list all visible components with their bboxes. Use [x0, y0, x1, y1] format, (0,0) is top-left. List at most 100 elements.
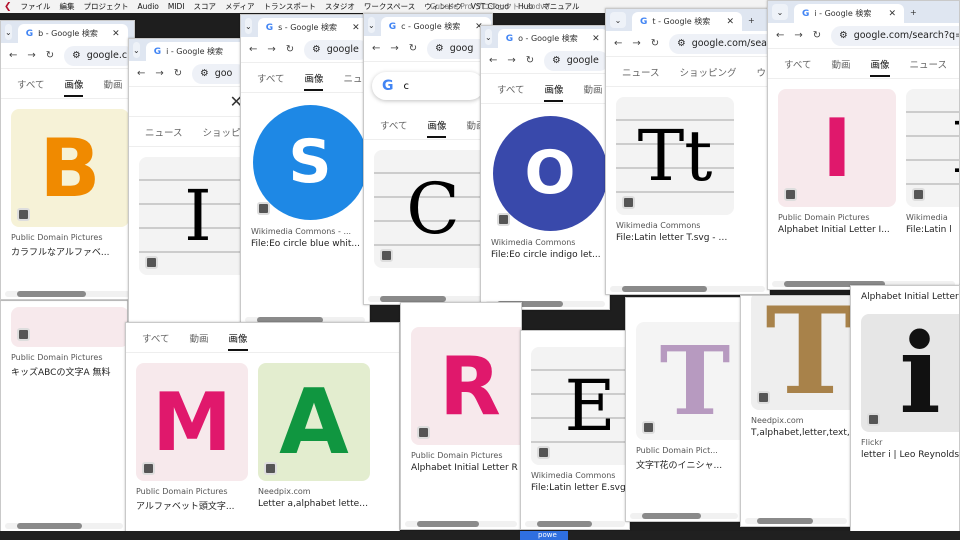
image-result[interactable]: S Wikimedia Commons - ... File:Eo circle b… — [251, 103, 369, 249]
site-info-icon[interactable]: ⚙ — [72, 50, 81, 61]
search-tab[interactable]: 画像 — [427, 112, 447, 138]
horizontal-scrollbar[interactable] — [405, 521, 517, 527]
menu-item[interactable]: トランスポート — [264, 1, 316, 12]
search-tab[interactable]: ニュース — [145, 125, 183, 139]
result-title[interactable]: T,alphabet,letter,text,s — [751, 428, 851, 438]
close-tab-icon[interactable]: ✕ — [352, 23, 360, 33]
address-bar[interactable]: ⚙ google.com/search?q=... — [831, 25, 959, 46]
reload-icon[interactable]: ↻ — [526, 55, 534, 66]
image-result[interactable]: R Public Domain Pictures Alphabet Initial … — [411, 327, 521, 473]
address-bar[interactable]: ⚙ google.c — [64, 45, 134, 66]
search-tab[interactable]: 画像 — [64, 71, 84, 97]
menu-item[interactable]: MIDI — [168, 2, 185, 11]
search-tab[interactable]: 画像 — [304, 65, 324, 91]
browser-tab[interactable]: Gt - Google 検索 ✕ — [632, 12, 742, 31]
menu-item[interactable]: プロジェクト — [84, 1, 129, 12]
search-tab[interactable]: すべて — [497, 82, 524, 96]
horizontal-scrollbar[interactable] — [745, 518, 847, 524]
new-tab-button[interactable]: + — [910, 8, 917, 17]
browser-tab[interactable]: Go - Google 検索 ✕ — [497, 29, 608, 48]
horizontal-scrollbar[interactable] — [5, 523, 123, 529]
scrollbar-thumb[interactable] — [757, 518, 814, 524]
result-thumbnail[interactable]: M — [136, 363, 248, 481]
horizontal-scrollbar[interactable] — [525, 521, 625, 527]
result-thumbnail[interactable]: E — [531, 347, 629, 465]
image-result[interactable]: Tt Wikimedia Commons File:Latin letter T.s… — [616, 97, 734, 243]
new-tab-button[interactable]: + — [748, 16, 755, 25]
back-icon[interactable]: ← — [489, 55, 497, 66]
result-title[interactable]: File:Eo circle indigo let... — [491, 250, 609, 260]
back-icon[interactable]: ← — [372, 43, 380, 54]
site-info-icon[interactable]: ⚙ — [839, 30, 848, 41]
result-title[interactable]: File:Latin letter E.svg — [531, 483, 629, 493]
scrollbar-thumb[interactable] — [17, 291, 86, 297]
image-result[interactable]: C — [374, 150, 492, 268]
address-bar[interactable]: ⚙ goo — [192, 63, 247, 84]
browser-tab[interactable]: Gs - Google 検索 ✕ — [257, 18, 368, 37]
menu-item[interactable]: 編集 — [60, 1, 75, 12]
result-thumbnail[interactable]: O — [491, 114, 609, 232]
search-tab[interactable]: すべて — [257, 71, 284, 85]
search-tab[interactable]: 動画 — [189, 331, 208, 345]
close-tab-icon[interactable]: ✕ — [888, 9, 896, 19]
image-result[interactable]: A Needpix.com Letter a,alphabet letter ... — [258, 363, 370, 512]
forward-icon[interactable]: → — [390, 43, 398, 54]
menu-item[interactable]: ワークスペース — [364, 1, 415, 12]
site-info-icon[interactable]: ⚙ — [312, 44, 321, 55]
search-tab[interactable]: 動画 — [831, 57, 850, 71]
reload-icon[interactable]: ↻ — [286, 44, 294, 55]
result-thumbnail[interactable]: I — [906, 89, 959, 207]
result-thumbnail[interactable]: S — [251, 103, 369, 221]
search-tab[interactable]: すべて — [17, 77, 44, 91]
search-input[interactable]: Gc — [372, 72, 484, 100]
address-bar[interactable]: ⚙ google.com/search — [669, 33, 769, 54]
tab-search-button[interactable]: ⌄ — [485, 29, 492, 45]
image-result[interactable]: T Needpix.com T,alphabet,letter,text,s — [751, 296, 851, 438]
result-thumbnail[interactable]: I — [139, 157, 247, 275]
close-tab-icon[interactable]: ✕ — [592, 34, 600, 44]
image-result[interactable]: Public Domain Pictures キッズABCの文字A 無料 — [11, 307, 127, 456]
tab-search-button[interactable]: ⌄ — [133, 42, 140, 58]
image-result[interactable]: O Wikimedia Commons File:Eo circle indigo … — [491, 114, 609, 260]
close-tab-icon[interactable]: ✕ — [726, 17, 734, 27]
image-result[interactable]: T Public Domain Pict... 文字T花のイニシャ... — [636, 322, 742, 471]
result-title[interactable]: Letter a,alphabet letter ... — [258, 499, 370, 509]
result-title[interactable]: File:Latin l — [906, 225, 959, 235]
horizontal-scrollbar[interactable] — [5, 291, 130, 297]
search-tab[interactable]: 動画 — [103, 77, 122, 91]
search-tab[interactable]: ニュース — [622, 65, 660, 79]
image-result[interactable]: I Public Domain Pictures Alphabet Initial … — [778, 89, 896, 235]
address-bar[interactable]: ⚙ google — [544, 50, 609, 71]
result-title[interactable]: File:Eo circle blue whit... — [251, 239, 369, 249]
scrollbar-thumb[interactable] — [622, 286, 708, 292]
menu-item[interactable]: Audio — [138, 2, 159, 11]
tab-search-button[interactable]: ⌄ — [245, 18, 252, 34]
result-thumbnail[interactable]: T — [636, 322, 742, 440]
result-thumbnail[interactable]: T — [751, 296, 851, 410]
site-info-icon[interactable]: ⚙ — [677, 38, 686, 49]
result-title[interactable]: カラフルなアルファベ... — [11, 245, 129, 258]
back-icon[interactable]: ← — [614, 38, 622, 49]
result-thumbnail[interactable]: I — [778, 89, 896, 207]
result-title[interactable]: letter i | Leo Reynolds — [861, 450, 959, 460]
result-thumbnail[interactable]: i — [861, 314, 959, 432]
result-title[interactable]: Alphabet Initial Letter R — [411, 463, 521, 473]
image-result[interactable]: I Wikimedia File:Latin l — [906, 89, 959, 235]
back-icon[interactable]: ← — [249, 44, 257, 55]
forward-icon[interactable]: → — [27, 50, 35, 61]
image-result[interactable]: M Public Domain Pictures アルファベット頭文字... — [136, 363, 248, 512]
result-thumbnail[interactable] — [11, 307, 127, 347]
taskbar-app[interactable]: powe — [520, 531, 568, 540]
tab-search-button[interactable]: ⌄ — [368, 17, 375, 33]
site-info-icon[interactable]: ⚙ — [552, 55, 561, 66]
site-info-icon[interactable]: ⚙ — [435, 43, 444, 54]
search-tab[interactable]: すべて — [380, 118, 407, 132]
forward-icon[interactable]: → — [155, 68, 163, 79]
horizontal-scrollbar[interactable] — [630, 513, 738, 519]
image-result[interactable]: i Flickr letter i | Leo Reynolds — [861, 314, 959, 460]
result-title[interactable]: 文字T花のイニシャ... — [636, 458, 742, 471]
menu-item[interactable]: ファイル — [21, 1, 51, 12]
result-title[interactable]: File:Latin letter T.svg - Wikimedia C — [616, 233, 734, 243]
result-title[interactable]: Alphabet Initial Letter — [851, 286, 959, 302]
menu-item[interactable]: メディア — [225, 1, 254, 12]
